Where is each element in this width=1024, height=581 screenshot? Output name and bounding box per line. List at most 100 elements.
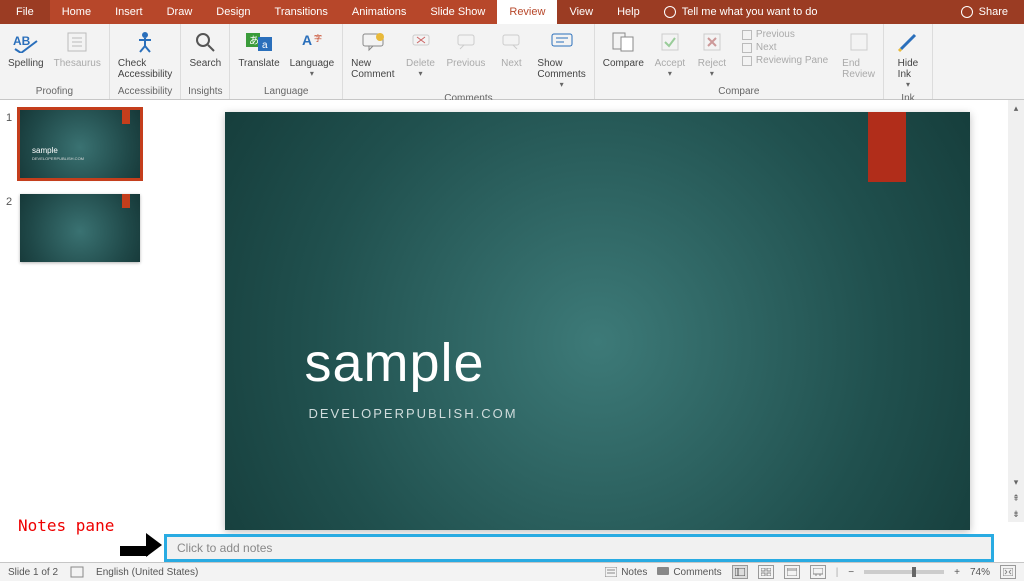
group-insights: Search Insights bbox=[181, 24, 230, 99]
language-icon: A字 bbox=[298, 28, 326, 56]
tab-help[interactable]: Help bbox=[605, 0, 652, 24]
tab-home[interactable]: Home bbox=[50, 0, 103, 24]
slide-thumbnails-panel: 1 sample DEVELOPERPUBLISH.COM 2 bbox=[0, 100, 170, 522]
zoom-in-button[interactable]: + bbox=[954, 567, 960, 578]
tab-transitions[interactable]: Transitions bbox=[263, 0, 340, 24]
translate-button[interactable]: あa Translate bbox=[234, 26, 283, 71]
next-comment-button[interactable]: Next bbox=[491, 26, 531, 71]
slide-canvas[interactable]: sample DEVELOPERPUBLISH.COM bbox=[225, 112, 970, 530]
next-change-button[interactable]: Next bbox=[738, 41, 832, 54]
insights-group-label: Insights bbox=[185, 84, 225, 99]
zoom-slider-handle[interactable] bbox=[912, 567, 916, 577]
search-label: Search bbox=[189, 58, 221, 69]
notes-toggle[interactable]: Notes bbox=[605, 567, 647, 578]
sorter-view-button[interactable] bbox=[758, 565, 774, 579]
new-comment-icon bbox=[359, 28, 387, 56]
reading-view-button[interactable] bbox=[784, 565, 800, 579]
compare-button[interactable]: Compare bbox=[599, 26, 648, 71]
accept-button[interactable]: Accept ▾ bbox=[650, 26, 690, 80]
spelling-label: Spelling bbox=[8, 58, 44, 69]
tab-slideshow[interactable]: Slide Show bbox=[418, 0, 497, 24]
tab-animations[interactable]: Animations bbox=[340, 0, 418, 24]
spellcheck-status-icon[interactable] bbox=[70, 566, 84, 578]
svg-text:AB: AB bbox=[13, 34, 31, 48]
slide-thumbnail-1[interactable]: sample DEVELOPERPUBLISH.COM bbox=[20, 110, 140, 178]
language-button[interactable]: A字 Language ▾ bbox=[286, 26, 339, 80]
group-proofing: AB Spelling Thesaurus Proofing bbox=[0, 24, 110, 99]
thesaurus-button[interactable]: Thesaurus bbox=[50, 26, 105, 71]
slide-editor[interactable]: sample DEVELOPERPUBLISH.COM bbox=[170, 100, 1024, 522]
chevron-down-icon: ▾ bbox=[668, 69, 672, 78]
end-review-label: End Review bbox=[842, 58, 875, 80]
reviewing-pane-button[interactable]: Reviewing Pane bbox=[738, 54, 832, 67]
ribbon-decoration bbox=[122, 110, 130, 124]
accessibility-icon bbox=[131, 28, 159, 56]
zoom-slider[interactable] bbox=[864, 570, 944, 574]
next-slide-icon[interactable]: ⇟ bbox=[1008, 506, 1024, 522]
reject-button[interactable]: Reject ▾ bbox=[692, 26, 732, 80]
show-comments-icon bbox=[548, 28, 576, 56]
tab-draw[interactable]: Draw bbox=[155, 0, 205, 24]
ribbon-decoration bbox=[868, 112, 906, 182]
language-group-label: Language bbox=[234, 84, 338, 99]
share-label: Share bbox=[979, 6, 1008, 18]
svg-text:字: 字 bbox=[314, 33, 322, 43]
previous-change-icon bbox=[742, 30, 752, 40]
thumb-subtitle: DEVELOPERPUBLISH.COM bbox=[32, 156, 84, 161]
zoom-out-button[interactable]: − bbox=[848, 567, 854, 578]
tab-file[interactable]: File bbox=[0, 0, 50, 24]
next-change-label: Next bbox=[756, 42, 777, 53]
delete-comment-button[interactable]: Delete ▾ bbox=[401, 26, 441, 80]
slide-title[interactable]: sample bbox=[305, 332, 485, 394]
next-icon bbox=[497, 28, 525, 56]
tab-design[interactable]: Design bbox=[204, 0, 262, 24]
compare-icon bbox=[609, 28, 637, 56]
accessibility-group-label: Accessibility bbox=[114, 84, 176, 99]
spelling-button[interactable]: AB Spelling bbox=[4, 26, 48, 71]
tab-review[interactable]: Review bbox=[497, 0, 557, 24]
new-comment-button[interactable]: New Comment bbox=[347, 26, 398, 82]
fit-to-window-button[interactable] bbox=[1000, 565, 1016, 579]
ribbon-decoration bbox=[122, 194, 130, 208]
ink-icon bbox=[894, 28, 922, 56]
comments-toggle[interactable]: Comments bbox=[657, 567, 721, 578]
tab-insert[interactable]: Insert bbox=[103, 0, 155, 24]
vertical-scrollbar[interactable]: ▴ ▾ ⇞ ⇟ bbox=[1008, 100, 1024, 522]
next-label: Next bbox=[501, 58, 522, 69]
check-accessibility-button[interactable]: Check Accessibility bbox=[114, 26, 176, 82]
share-button[interactable]: Share bbox=[945, 0, 1024, 24]
reviewing-pane-label: Reviewing Pane bbox=[756, 55, 828, 66]
share-icon bbox=[961, 6, 973, 18]
group-compare: Compare Accept ▾ Reject ▾ Previous Next … bbox=[595, 24, 884, 99]
chevron-down-icon: ▾ bbox=[418, 69, 422, 78]
thumb-number: 2 bbox=[6, 194, 20, 262]
group-ink: Hide Ink ▾ Ink bbox=[884, 24, 933, 99]
hide-ink-button[interactable]: Hide Ink ▾ bbox=[888, 26, 928, 91]
search-button[interactable]: Search bbox=[185, 26, 225, 71]
comments-icon bbox=[657, 567, 669, 577]
show-comments-button[interactable]: Show Comments ▾ bbox=[533, 26, 589, 91]
proofing-group-label: Proofing bbox=[4, 84, 105, 99]
menu-tabs: File Home Insert Draw Design Transitions… bbox=[0, 0, 1024, 24]
slideshow-view-button[interactable] bbox=[810, 565, 826, 579]
notes-pane-input[interactable]: Click to add notes bbox=[164, 534, 994, 562]
normal-view-button[interactable] bbox=[732, 565, 748, 579]
slide-thumbnail-2[interactable] bbox=[20, 194, 140, 262]
prev-slide-icon[interactable]: ⇞ bbox=[1008, 490, 1024, 506]
language-status[interactable]: English (United States) bbox=[96, 567, 198, 578]
slide-subtitle[interactable]: DEVELOPERPUBLISH.COM bbox=[309, 406, 518, 421]
zoom-level[interactable]: 74% bbox=[970, 567, 990, 578]
slide-counter[interactable]: Slide 1 of 2 bbox=[8, 567, 58, 578]
notes-toggle-label: Notes bbox=[621, 567, 647, 578]
previous-change-button[interactable]: Previous bbox=[738, 28, 832, 41]
scroll-down-icon[interactable]: ▾ bbox=[1008, 474, 1024, 490]
previous-label: Previous bbox=[447, 58, 486, 69]
tell-me-search[interactable]: Tell me what you want to do bbox=[652, 0, 830, 24]
tab-view[interactable]: View bbox=[557, 0, 605, 24]
previous-comment-button[interactable]: Previous bbox=[443, 26, 490, 71]
end-review-button[interactable]: End Review bbox=[838, 26, 879, 82]
compare-label: Compare bbox=[603, 58, 644, 69]
status-bar: Slide 1 of 2 English (United States) Not… bbox=[0, 562, 1024, 581]
scroll-up-icon[interactable]: ▴ bbox=[1008, 100, 1024, 116]
chevron-down-icon: ▾ bbox=[310, 69, 314, 78]
